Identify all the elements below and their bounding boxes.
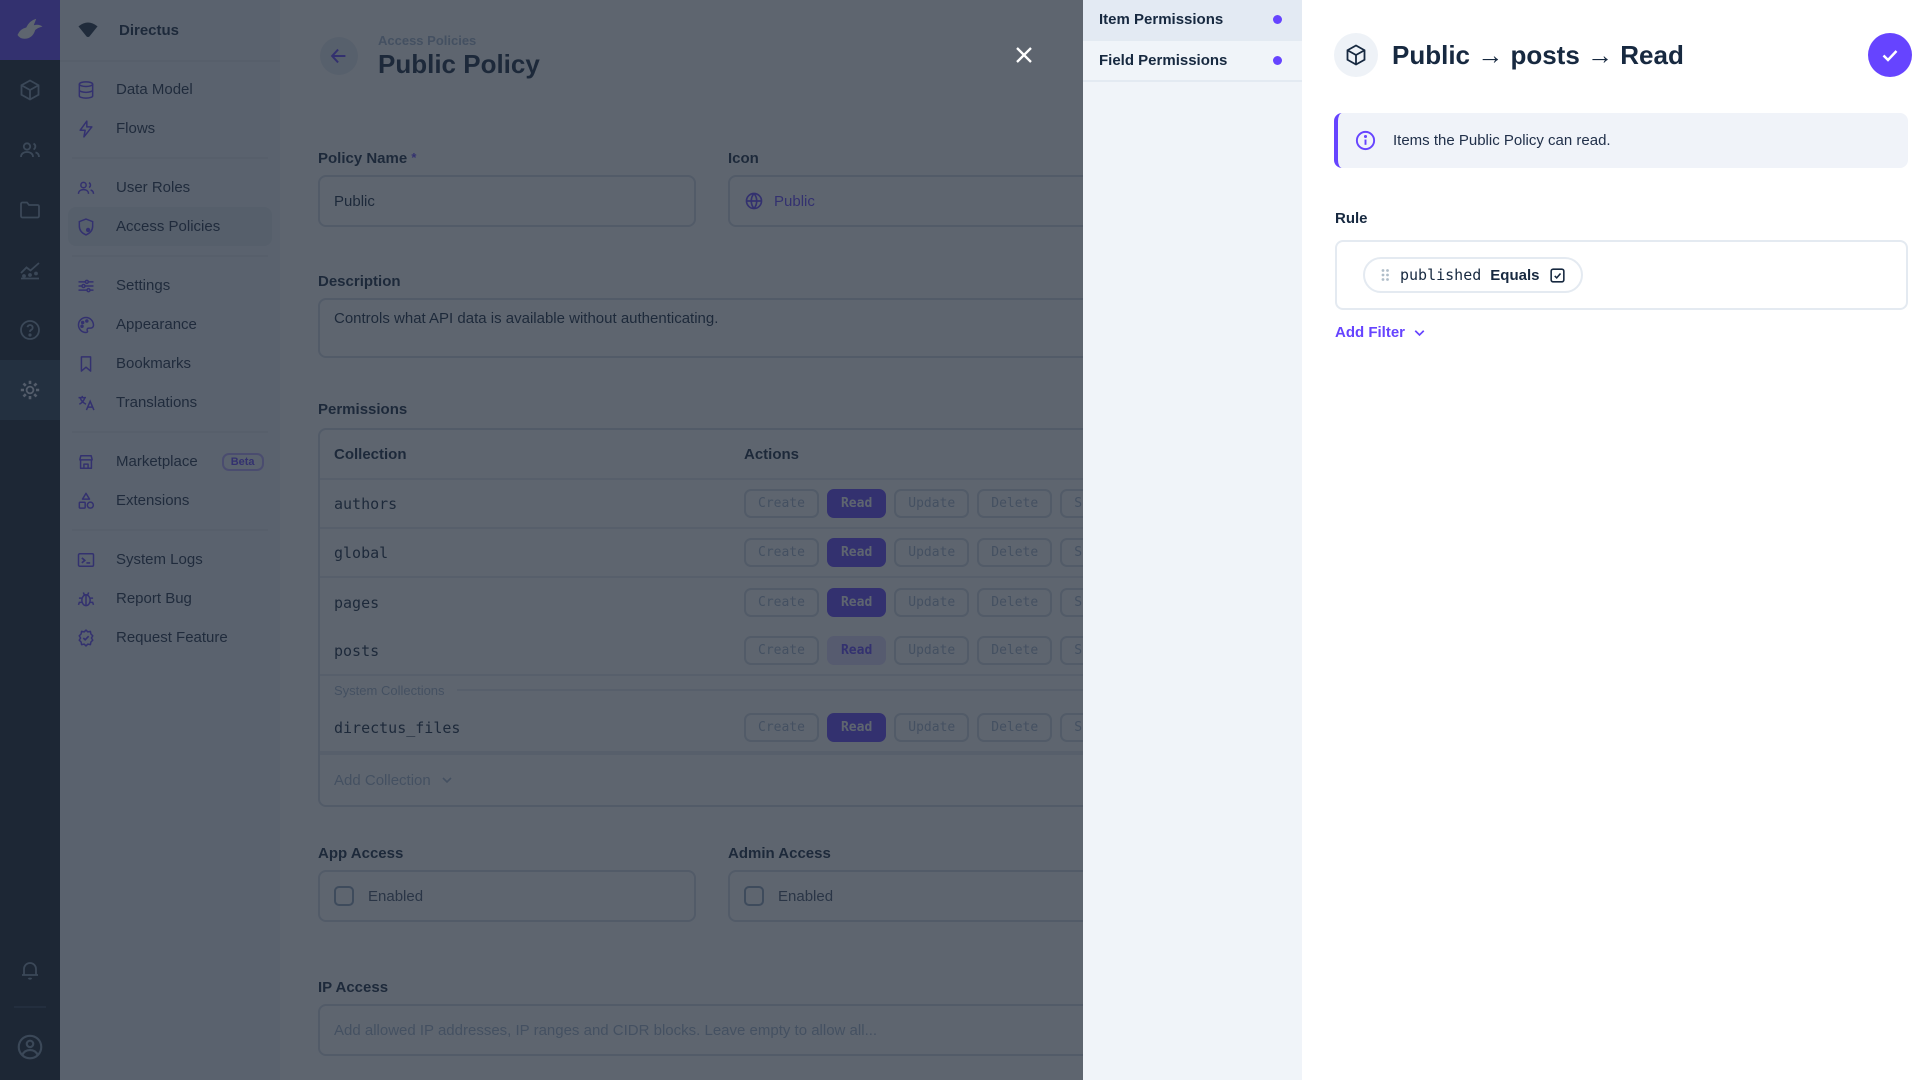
drawer-nav-label: Field Permissions (1099, 52, 1228, 69)
rule-label: Rule (1335, 210, 1368, 227)
chevron-down-icon (1414, 330, 1425, 337)
drawer-nav-field-permissions[interactable]: Field Permissions (1083, 41, 1302, 82)
drawer-title: Public → posts → Read (1392, 39, 1684, 70)
checkbox-checked-icon[interactable] (1548, 266, 1567, 285)
filter-field[interactable]: published (1400, 266, 1481, 284)
permissions-drawer: Item Permissions Field Permissions Publi… (1083, 0, 1920, 1080)
drawer-header-icon-circle (1334, 33, 1378, 77)
drawer-nav-label: Item Permissions (1099, 11, 1224, 28)
filter-operator[interactable]: Equals (1490, 267, 1539, 284)
check-icon (1882, 50, 1898, 62)
save-button[interactable] (1868, 33, 1912, 77)
info-icon (1355, 130, 1376, 151)
add-filter-button[interactable]: Add Filter (1335, 324, 1428, 341)
drawer-nav-item-permissions[interactable]: Item Permissions (1083, 0, 1302, 41)
drawer-overlay[interactable] (0, 0, 1083, 1080)
close-drawer-button[interactable] (1002, 33, 1046, 77)
drawer-content: Public → posts → Read Items the Public P… (1302, 0, 1920, 1080)
directus-app: Directus Data Model Flows User Roles Acc… (0, 0, 1920, 1080)
close-icon (1016, 47, 1032, 63)
info-notice: Items the Public Policy can read. (1334, 113, 1908, 168)
drawer-nav: Item Permissions Field Permissions (1083, 0, 1302, 1080)
status-dot (1273, 56, 1282, 65)
drag-handle-icon[interactable] (1379, 267, 1391, 283)
notice-text: Items the Public Policy can read. (1393, 132, 1611, 149)
box-icon (1346, 44, 1366, 66)
filter-pill[interactable]: published Equals (1363, 257, 1584, 293)
status-dot (1273, 15, 1282, 24)
rule-box: published Equals (1335, 240, 1908, 310)
